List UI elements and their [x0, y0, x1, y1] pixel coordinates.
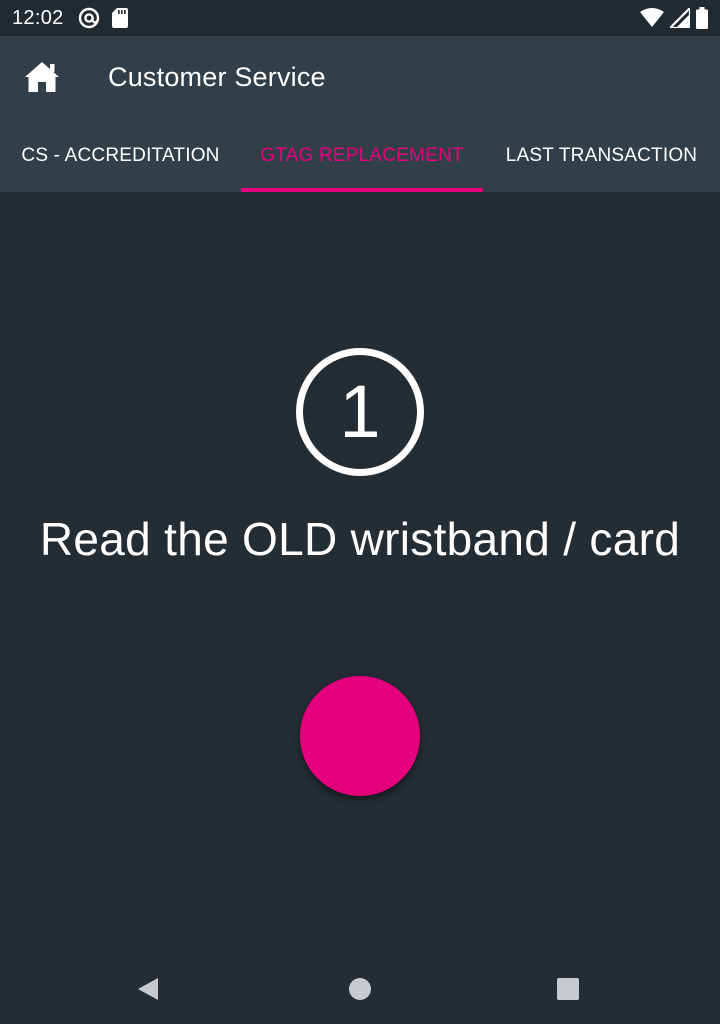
- back-icon[interactable]: [136, 976, 162, 1002]
- navigation-bar: [0, 952, 720, 1024]
- step-number-badge: 1: [296, 348, 424, 476]
- battery-icon: [696, 7, 708, 29]
- status-right-icons: [640, 7, 708, 29]
- toolbar: Customer Service: [0, 36, 720, 120]
- at-sign-icon: [78, 7, 100, 29]
- sd-card-icon: [111, 8, 128, 28]
- tab-bar: CS - ACCREDITATION GTAG REPLACEMENT LAST…: [0, 120, 720, 192]
- home-icon[interactable]: [24, 60, 60, 94]
- status-left-icons: [78, 7, 128, 29]
- status-time: 12:02: [12, 6, 64, 29]
- read-wristband-button[interactable]: [300, 676, 420, 796]
- tab-indicator: [241, 188, 483, 192]
- screen: 12:02 Customer Service CS - ACCREDITATIO…: [0, 0, 720, 1024]
- tab-gtag-replacement[interactable]: GTAG REPLACEMENT: [241, 120, 483, 192]
- signal-icon: [670, 8, 690, 28]
- recents-icon[interactable]: [555, 976, 581, 1002]
- status-bar: 12:02: [0, 0, 720, 36]
- home-circle-icon[interactable]: [347, 976, 373, 1002]
- wifi-icon: [640, 8, 664, 28]
- tab-last-transaction[interactable]: LAST TRANSACTION: [483, 120, 720, 192]
- step-number: 1: [339, 370, 381, 453]
- app-bar: Customer Service CS - ACCREDITATION GTAG…: [0, 36, 720, 192]
- app-title: Customer Service: [108, 62, 326, 92]
- instruction-text: Read the OLD wristband / card: [39, 513, 681, 565]
- tab-cs-accreditation[interactable]: CS - ACCREDITATION: [0, 120, 241, 192]
